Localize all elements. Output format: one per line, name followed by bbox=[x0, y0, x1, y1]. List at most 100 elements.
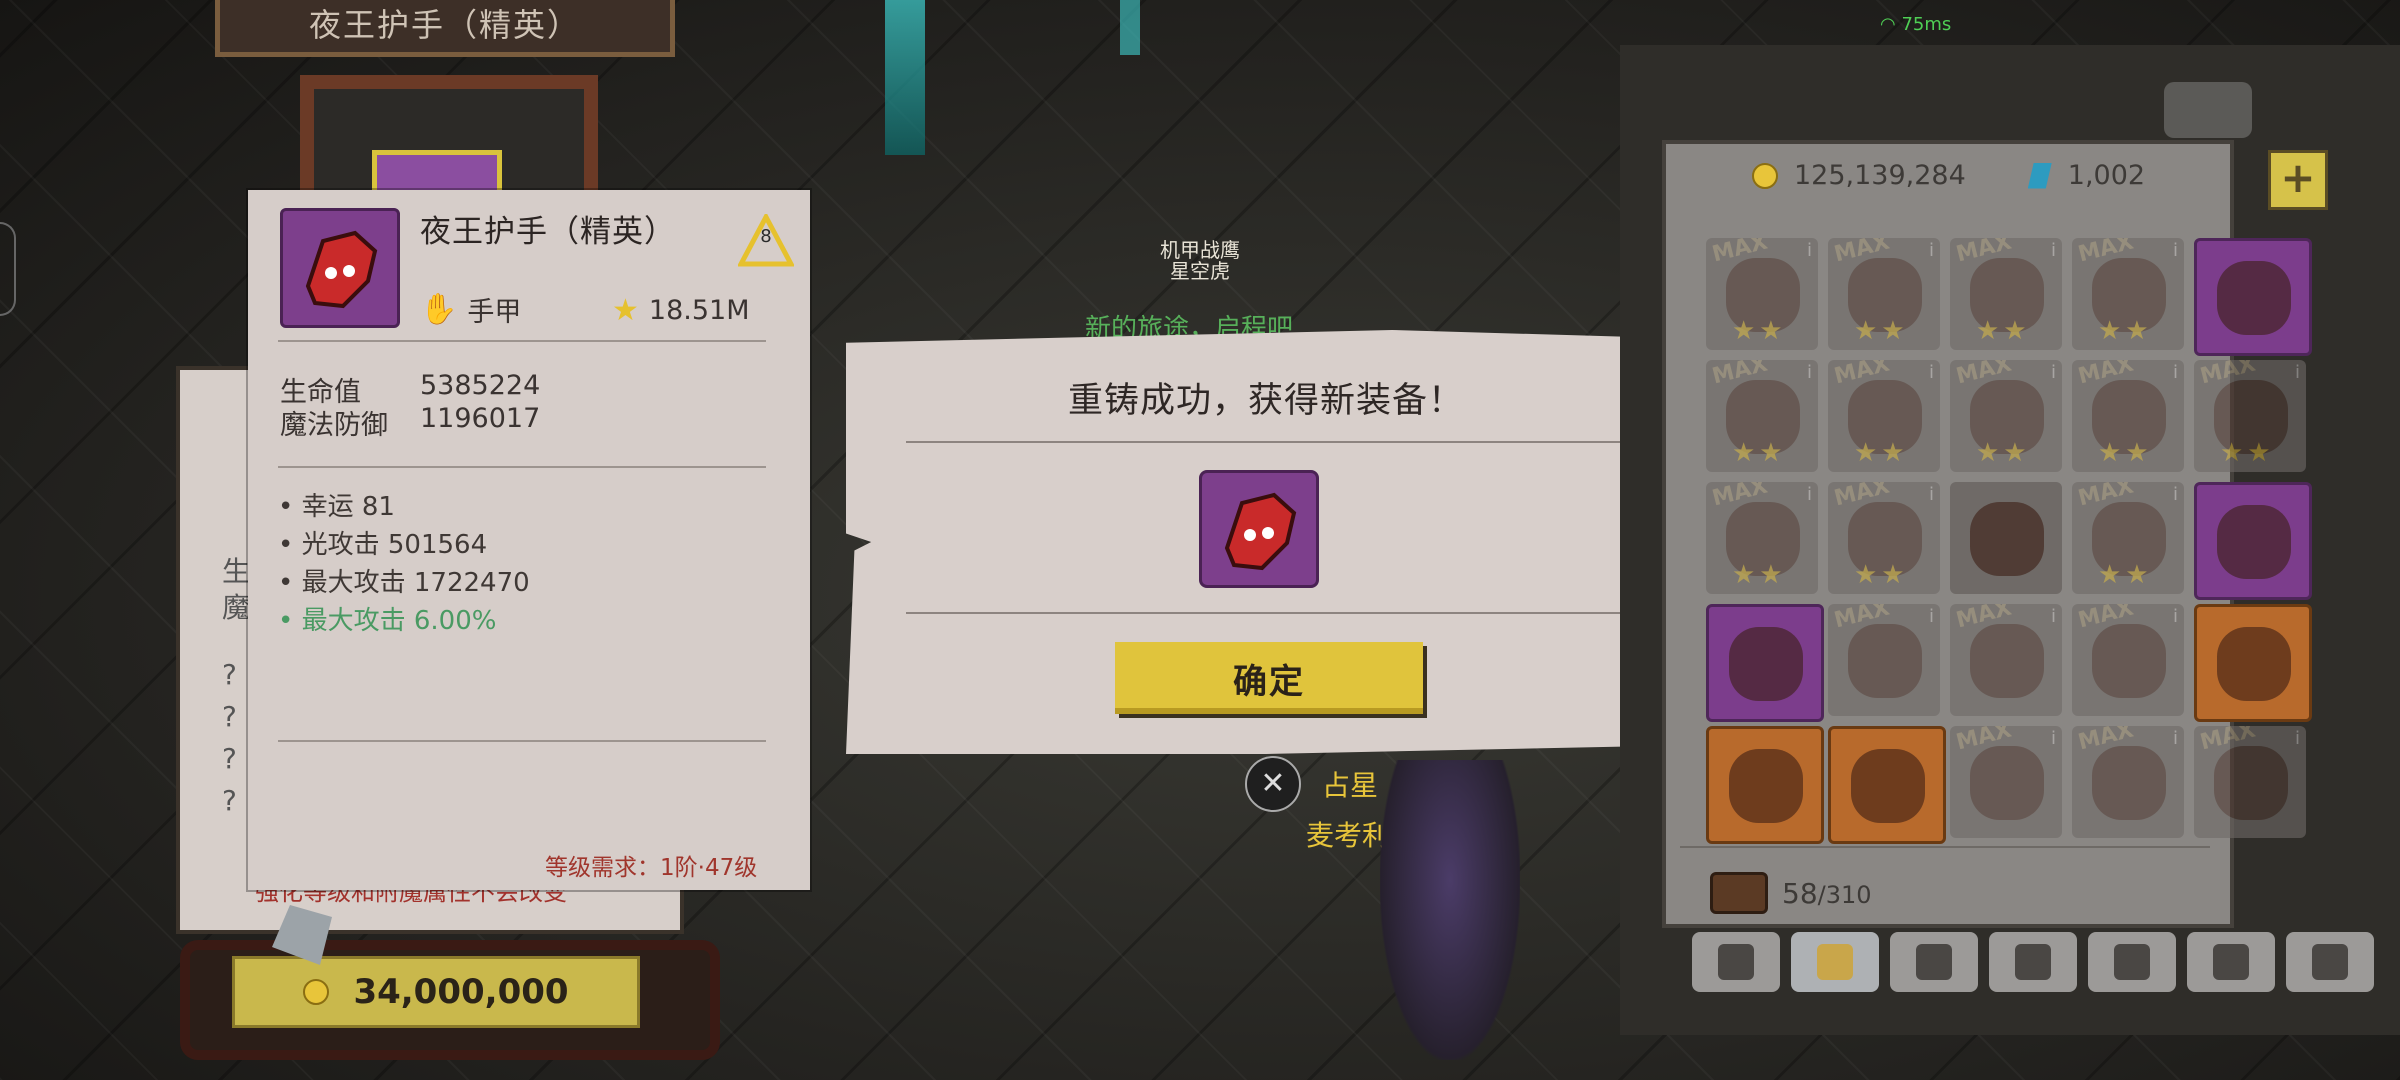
inventory-slot[interactable]: MAX i ★★ bbox=[1706, 482, 1818, 594]
stat-label: 魔法防御 bbox=[280, 410, 388, 441]
bg-label: ? bbox=[222, 700, 237, 733]
bag-total: /310 bbox=[1817, 880, 1872, 909]
equipment-icon bbox=[2217, 627, 2291, 701]
leaf-icon bbox=[2015, 944, 2051, 980]
info-icon: i bbox=[2050, 728, 2056, 749]
inventory-slot[interactable]: MAX i ★★ bbox=[1828, 238, 1940, 350]
inventory-slot[interactable]: MAX i ★★ bbox=[1828, 360, 1940, 472]
inventory-slot[interactable] bbox=[2194, 604, 2312, 722]
player-character[interactable] bbox=[1380, 760, 1520, 1060]
info-icon: i bbox=[1806, 484, 1812, 505]
tab-feather[interactable] bbox=[2088, 932, 2176, 992]
equipment-icon bbox=[2092, 746, 2166, 820]
info-icon: i bbox=[2050, 240, 2056, 261]
inventory-slot[interactable] bbox=[2194, 238, 2312, 356]
star-rating: ★★ bbox=[1854, 560, 1909, 590]
item-type-row: ✋ 手甲 bbox=[420, 290, 521, 329]
inventory-slot[interactable]: MAX i bbox=[2194, 726, 2306, 838]
background-item-title: 夜王护手（精英） bbox=[215, 0, 675, 57]
bg-label: ? bbox=[222, 784, 237, 817]
npc-name: 星空虎 bbox=[1170, 259, 1230, 283]
inventory-slot[interactable]: MAX i ★★ bbox=[1950, 360, 2062, 472]
tab-gloves[interactable] bbox=[1791, 932, 1879, 992]
equipment-icon bbox=[2217, 505, 2291, 579]
inventory-slot[interactable] bbox=[1828, 726, 1946, 844]
inventory-slot[interactable] bbox=[1950, 482, 2062, 594]
chest-icon bbox=[2312, 944, 2348, 980]
equipment-icon bbox=[1729, 749, 1803, 823]
item-name: 夜王护手（精英） bbox=[420, 214, 676, 250]
item-type: 手甲 bbox=[467, 297, 522, 328]
bg-label: ? bbox=[222, 658, 237, 691]
gold-coin-icon bbox=[303, 979, 330, 1005]
info-icon: i bbox=[1806, 362, 1812, 383]
inventory-slot[interactable]: MAX i ★★ bbox=[1828, 482, 1940, 594]
info-icon: i bbox=[2050, 606, 2056, 627]
star-icon: ★ bbox=[612, 293, 639, 328]
reforge-price-button[interactable]: 34,000,000 bbox=[232, 956, 640, 1028]
inventory-slot[interactable]: MAX i ★★ bbox=[2072, 238, 2184, 350]
gauntlet-type-icon: ✋ bbox=[420, 292, 458, 327]
gem-icon bbox=[2027, 162, 2052, 189]
new-gauntlet-icon[interactable] bbox=[1199, 470, 1319, 588]
star-rating: ★★ bbox=[2220, 438, 2275, 468]
side-menu-handle[interactable] bbox=[0, 222, 16, 316]
add-currency-button[interactable]: + bbox=[2268, 150, 2328, 210]
inventory-slot[interactable]: MAX i ★★ bbox=[2072, 360, 2184, 472]
info-icon: i bbox=[2294, 362, 2300, 383]
player-title: 占星 bbox=[1322, 769, 1379, 802]
inventory-slot[interactable] bbox=[1706, 604, 1824, 722]
dialog-title: 重铸成功，获得新装备！ bbox=[1067, 381, 1464, 421]
inventory-slot[interactable]: MAX i bbox=[1950, 604, 2062, 716]
toolbox-icon bbox=[1718, 944, 1754, 980]
item-power-row: ★ 18.51M bbox=[612, 293, 750, 328]
tab-chest[interactable] bbox=[2286, 932, 2374, 992]
attribute-line: • 最大攻击 1722470 bbox=[278, 568, 530, 598]
sort-button[interactable] bbox=[2164, 82, 2252, 138]
star-rating: ★★ bbox=[1854, 438, 1909, 468]
inventory-slot[interactable]: MAX i ★★ bbox=[2194, 360, 2306, 472]
inventory-slot[interactable] bbox=[1706, 726, 1824, 844]
divider bbox=[906, 612, 1630, 614]
tab-swirl[interactable] bbox=[2187, 932, 2275, 992]
star-rating: ★★ bbox=[1854, 316, 1909, 346]
divider bbox=[906, 441, 1630, 443]
inventory-slot[interactable] bbox=[2194, 482, 2312, 600]
attribute-text: 最大攻击 6.00% bbox=[301, 606, 497, 636]
player-name: 麦考利 bbox=[1306, 819, 1391, 852]
divider bbox=[278, 466, 766, 468]
item-power: 18.51M bbox=[648, 295, 750, 326]
inventory-slot[interactable]: MAX i ★★ bbox=[1950, 238, 2062, 350]
info-icon: i bbox=[2172, 728, 2178, 749]
divider bbox=[278, 740, 766, 742]
price-value: 34,000,000 bbox=[353, 972, 569, 1012]
inventory-slot[interactable]: MAX i bbox=[1950, 726, 2062, 838]
inventory-slot[interactable]: MAX i ★★ bbox=[1706, 360, 1818, 472]
bag-capacity: 58/310 bbox=[1710, 872, 1872, 914]
inventory-slot[interactable]: MAX i ★★ bbox=[2072, 482, 2184, 594]
inventory-slot[interactable]: MAX i ★★ bbox=[1706, 238, 1818, 350]
item-tier: 8 bbox=[760, 226, 772, 247]
confirm-button[interactable]: 确定 bbox=[1115, 642, 1423, 714]
equipment-icon bbox=[1970, 502, 2044, 576]
info-icon: i bbox=[2294, 728, 2300, 749]
info-icon: i bbox=[2172, 240, 2178, 261]
tab-leaf[interactable] bbox=[1989, 932, 2077, 992]
tab-toolbox[interactable] bbox=[1692, 932, 1780, 992]
inventory-slot[interactable]: MAX i bbox=[1828, 604, 1940, 716]
tab-potion[interactable] bbox=[1890, 932, 1978, 992]
swirl-icon bbox=[2213, 944, 2249, 980]
info-icon: i bbox=[2172, 484, 2178, 505]
attribute-line: • 幸运 81 bbox=[278, 492, 395, 522]
divider bbox=[278, 340, 766, 342]
gold-amount: 125,139,284 bbox=[1794, 160, 1966, 191]
divider bbox=[1680, 846, 2210, 848]
inventory-slot[interactable]: MAX i bbox=[2072, 726, 2184, 838]
inventory-slot[interactable]: MAX i bbox=[2072, 604, 2184, 716]
attribute-line: • 光攻击 501564 bbox=[278, 530, 488, 560]
equipment-icon bbox=[1729, 627, 1803, 701]
star-rating: ★★ bbox=[1732, 316, 1787, 346]
star-rating: ★★ bbox=[1976, 438, 2031, 468]
gauntlet-icon bbox=[280, 208, 400, 328]
potion-icon bbox=[1916, 944, 1952, 980]
